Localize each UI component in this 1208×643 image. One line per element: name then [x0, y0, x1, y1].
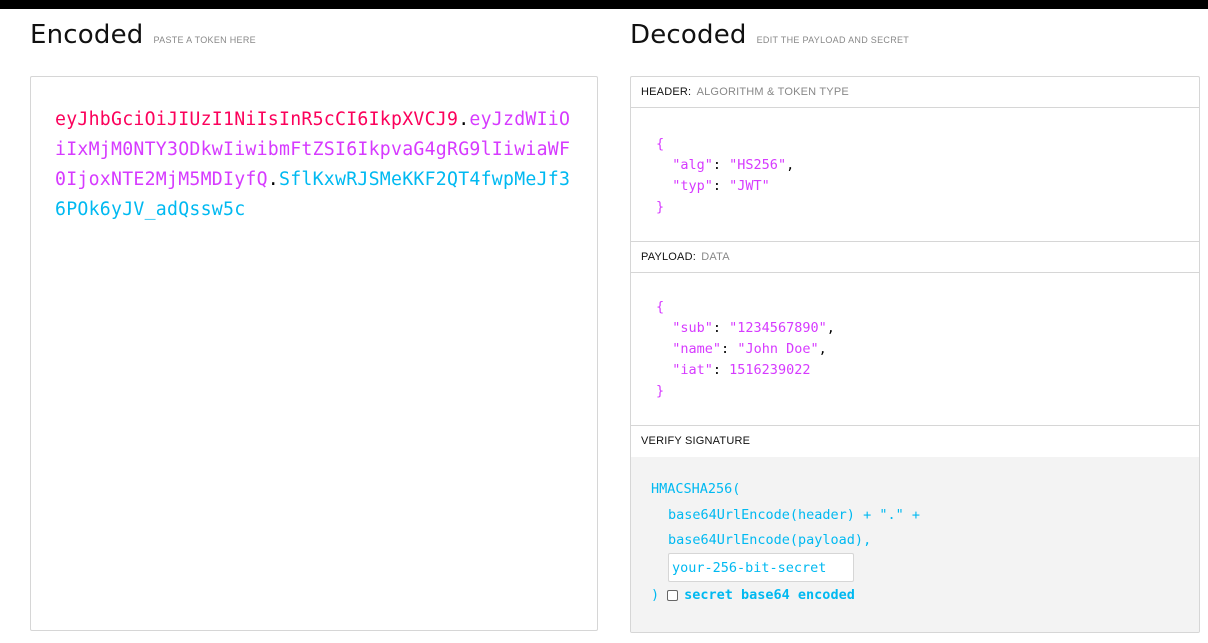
token-header-part: eyJhbGciOiJIUzI1NiIsInR5cCI6IkpXVCJ9 [55, 109, 459, 130]
decoded-panel: HEADER: ALGORITHM & TOKEN TYPE { "alg": … [630, 76, 1200, 633]
json-value: "HS256" [729, 157, 787, 173]
header-json-editor[interactable]: { "alg": "HS256", "typ": "JWT" } [656, 134, 794, 218]
signature-fn-close: ) [651, 587, 660, 603]
encoded-token-editor[interactable]: eyJhbGciOiJIUzI1NiIsInR5cCI6IkpXVCJ9.eyJ… [30, 76, 598, 631]
json-field-alg: "alg": "HS256", [672, 157, 795, 173]
signature-area: HMACSHA256( base64UrlEncode(header) + ".… [631, 457, 1199, 632]
json-field-typ: "typ": "JWT" [672, 178, 770, 194]
json-key: "iat" [672, 362, 713, 378]
signature-section-title: VERIFY SIGNATURE [631, 425, 1199, 457]
top-bar [0, 0, 1208, 9]
json-open-brace: { [656, 136, 665, 152]
token-dot: . [458, 109, 470, 130]
json-value: 1516239022 [729, 362, 811, 378]
json-key: "name" [672, 341, 722, 357]
encoded-heading: Encoded PASTE A TOKEN HERE [30, 20, 256, 50]
json-key: "alg" [672, 157, 713, 173]
payload-json-editor[interactable]: { "sub": "1234567890", "name": "John Doe… [656, 297, 835, 402]
encoded-title: Encoded [30, 20, 144, 50]
secret-base64-label[interactable]: secret base64 encoded [684, 587, 855, 603]
json-value: "1234567890" [729, 320, 827, 336]
json-close-brace: } [656, 199, 665, 215]
encoded-hint: PASTE A TOKEN HERE [153, 35, 256, 45]
signature-line-payload: base64UrlEncode(payload), [668, 532, 872, 548]
header-section-title: HEADER: ALGORITHM & TOKEN TYPE [631, 77, 1199, 108]
payload-section-title: PAYLOAD: DATA [631, 241, 1199, 273]
json-key: "typ" [672, 178, 713, 194]
json-value: "John Doe" [737, 341, 819, 357]
json-open-brace: { [656, 299, 665, 315]
payload-section-sub: DATA [701, 251, 730, 263]
signature-line-header: base64UrlEncode(header) + "." + [668, 506, 920, 523]
header-section-label: HEADER: [641, 86, 692, 98]
header-section-sub: ALGORITHM & TOKEN TYPE [696, 86, 849, 98]
signature-code: HMACSHA256( base64UrlEncode(header) + ".… [651, 477, 920, 554]
token-dot: . [267, 169, 279, 190]
payload-section-label: PAYLOAD: [641, 251, 696, 263]
encoded-token-text[interactable]: eyJhbGciOiJIUzI1NiIsInR5cCI6IkpXVCJ9.eyJ… [55, 105, 575, 225]
decoded-heading: Decoded EDIT THE PAYLOAD AND SECRET [630, 20, 909, 50]
json-field-sub: "sub": "1234567890", [672, 320, 835, 336]
decoded-hint: EDIT THE PAYLOAD AND SECRET [756, 35, 910, 45]
decoded-title: Decoded [630, 20, 747, 50]
json-field-iat: "iat": 1516239022 [672, 362, 811, 378]
json-field-name: "name": "John Doe", [672, 341, 827, 357]
secret-base64-checkbox[interactable] [667, 589, 679, 601]
signature-close-row: ) secret base64 encoded [651, 587, 855, 603]
json-key: "sub" [672, 320, 713, 336]
json-close-brace: } [656, 383, 665, 399]
json-value: "JWT" [729, 178, 770, 194]
signature-section-label: VERIFY SIGNATURE [641, 435, 751, 447]
signature-fn-open: HMACSHA256( [651, 481, 741, 497]
secret-input[interactable] [668, 553, 854, 582]
